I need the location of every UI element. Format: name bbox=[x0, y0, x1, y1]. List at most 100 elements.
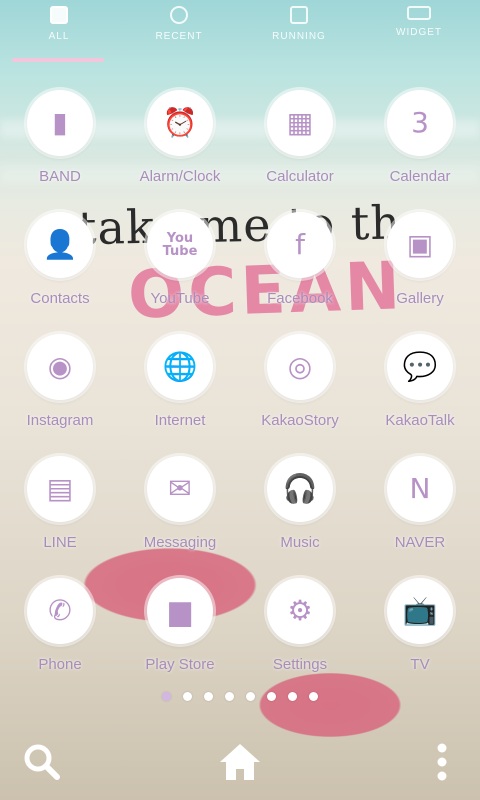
app-calendar[interactable]: 3 Calendar bbox=[360, 90, 480, 202]
app-label: Play Store bbox=[145, 656, 215, 673]
app-icon-circle: ▮ bbox=[27, 90, 93, 156]
page-dot[interactable] bbox=[309, 692, 318, 701]
app-icon-circle: 3 bbox=[387, 90, 453, 156]
tab-all[interactable]: ALL bbox=[9, 6, 109, 50]
app-phone[interactable]: ✆ Phone bbox=[0, 578, 120, 690]
app-label: Gallery bbox=[396, 290, 444, 307]
app-label: Alarm/Clock bbox=[139, 168, 221, 185]
app-instagram[interactable]: ◉ Instagram bbox=[0, 334, 120, 446]
app-icon-circle: ▣ bbox=[387, 212, 453, 278]
app-icon-circle: ▆ bbox=[147, 578, 213, 644]
naver-icon: N bbox=[409, 472, 431, 505]
app-internet[interactable]: 🌐 Internet bbox=[120, 334, 240, 446]
app-icon-circle: ◎ bbox=[267, 334, 333, 400]
tab-label: ALL bbox=[48, 31, 70, 42]
page-dot[interactable] bbox=[162, 692, 171, 701]
line-icon: ▤ bbox=[46, 472, 74, 505]
phone-icon: ✆ bbox=[48, 594, 72, 627]
app-naver[interactable]: N NAVER bbox=[360, 456, 480, 568]
briefcase-icon: ▆ bbox=[169, 594, 191, 627]
app-kakaostory[interactable]: ◎ KakaoStory bbox=[240, 334, 360, 446]
app-youtube[interactable]: You Tube YouTube bbox=[120, 212, 240, 324]
page-dot[interactable] bbox=[267, 692, 276, 701]
tab-widget[interactable]: WIDGET bbox=[369, 6, 469, 50]
app-label: NAVER bbox=[394, 534, 446, 551]
tab-label: RUNNING bbox=[272, 31, 326, 42]
page-dot[interactable] bbox=[225, 692, 234, 701]
app-label: Instagram bbox=[26, 412, 94, 429]
more-vertical-icon bbox=[437, 743, 447, 781]
checklist-icon bbox=[290, 6, 308, 24]
app-icon-circle: 👤 bbox=[27, 212, 93, 278]
app-icon-circle: ◉ bbox=[27, 334, 93, 400]
search-icon bbox=[24, 744, 60, 780]
app-icon-circle: You Tube bbox=[147, 212, 213, 278]
app-kakaotalk[interactable]: 💬 KakaoTalk bbox=[360, 334, 480, 446]
app-icon-circle: ▦ bbox=[267, 90, 333, 156]
app-label: YouTube bbox=[150, 290, 210, 307]
menu-button[interactable] bbox=[418, 738, 466, 786]
app-gallery[interactable]: ▣ Gallery bbox=[360, 212, 480, 324]
app-icon-circle: 📺 bbox=[387, 578, 453, 644]
band-icon: ▮ bbox=[52, 106, 68, 139]
app-label: Calendar bbox=[389, 168, 451, 185]
contacts-icon: 👤 bbox=[42, 228, 78, 261]
app-label: LINE bbox=[43, 534, 77, 551]
app-label: Music bbox=[280, 534, 320, 551]
app-band[interactable]: ▮ BAND bbox=[0, 90, 120, 202]
tab-recent[interactable]: RECENT bbox=[129, 6, 229, 50]
tab-label: RECENT bbox=[155, 31, 203, 42]
facebook-icon: f bbox=[295, 228, 305, 261]
youtube-icon: You Tube bbox=[162, 231, 198, 259]
page-dot[interactable] bbox=[183, 692, 192, 701]
alarm-clock-icon: ⏰ bbox=[162, 106, 198, 139]
page-indicator bbox=[0, 688, 480, 706]
app-line[interactable]: ▤ LINE bbox=[0, 456, 120, 568]
app-icon-circle: ✆ bbox=[27, 578, 93, 644]
page-dot[interactable] bbox=[246, 692, 255, 701]
home-button[interactable] bbox=[216, 738, 264, 786]
app-play-store[interactable]: ▆ Play Store bbox=[120, 578, 240, 690]
app-label: KakaoStory bbox=[261, 412, 339, 429]
app-label: Facebook bbox=[267, 290, 333, 307]
app-icon-circle: ▤ bbox=[27, 456, 93, 522]
tab-running[interactable]: RUNNING bbox=[249, 6, 349, 50]
app-calculator[interactable]: ▦ Calculator bbox=[240, 90, 360, 202]
app-icon-circle: ⏰ bbox=[147, 90, 213, 156]
tab-label: WIDGET bbox=[396, 27, 442, 38]
app-label: Settings bbox=[272, 656, 328, 673]
app-icon-circle: 🎧 bbox=[267, 456, 333, 522]
headphones-icon: 🎧 bbox=[282, 472, 318, 505]
app-messaging[interactable]: ✉ Messaging bbox=[120, 456, 240, 568]
kakaostory-icon: ◎ bbox=[287, 350, 313, 383]
drawer-tab-bar: ALL RECENT RUNNING WIDGET bbox=[0, 0, 480, 62]
grid-icon bbox=[50, 6, 68, 24]
search-button[interactable] bbox=[18, 738, 66, 786]
home-icon bbox=[220, 744, 260, 780]
app-alarm-clock[interactable]: ⏰ Alarm/Clock bbox=[120, 90, 240, 202]
page-dot[interactable] bbox=[288, 692, 297, 701]
app-icon-circle: ✉ bbox=[147, 456, 213, 522]
app-label: Contacts bbox=[30, 290, 90, 307]
widget-icon bbox=[407, 6, 431, 20]
active-tab-indicator bbox=[12, 58, 104, 62]
app-contacts[interactable]: 👤 Contacts bbox=[0, 212, 120, 324]
app-facebook[interactable]: f Facebook bbox=[240, 212, 360, 324]
envelope-icon: ✉ bbox=[168, 472, 192, 505]
app-label: Messaging bbox=[143, 534, 217, 551]
calculator-icon: ▦ bbox=[286, 106, 314, 139]
gallery-icon: ▣ bbox=[406, 228, 434, 261]
app-icon-circle: f bbox=[267, 212, 333, 278]
app-icon-circle: N bbox=[387, 456, 453, 522]
app-label: BAND bbox=[39, 168, 81, 185]
page-dot[interactable] bbox=[204, 692, 213, 701]
app-label: TV bbox=[410, 656, 430, 673]
tv-icon: 📺 bbox=[402, 594, 438, 627]
app-icon-circle: ⚙ bbox=[267, 578, 333, 644]
app-settings[interactable]: ⚙ Settings bbox=[240, 578, 360, 690]
app-music[interactable]: 🎧 Music bbox=[240, 456, 360, 568]
calendar-icon: 3 bbox=[411, 106, 429, 139]
app-icon-circle: 🌐 bbox=[147, 334, 213, 400]
app-label: Phone bbox=[38, 656, 82, 673]
app-tv[interactable]: 📺 TV bbox=[360, 578, 480, 690]
